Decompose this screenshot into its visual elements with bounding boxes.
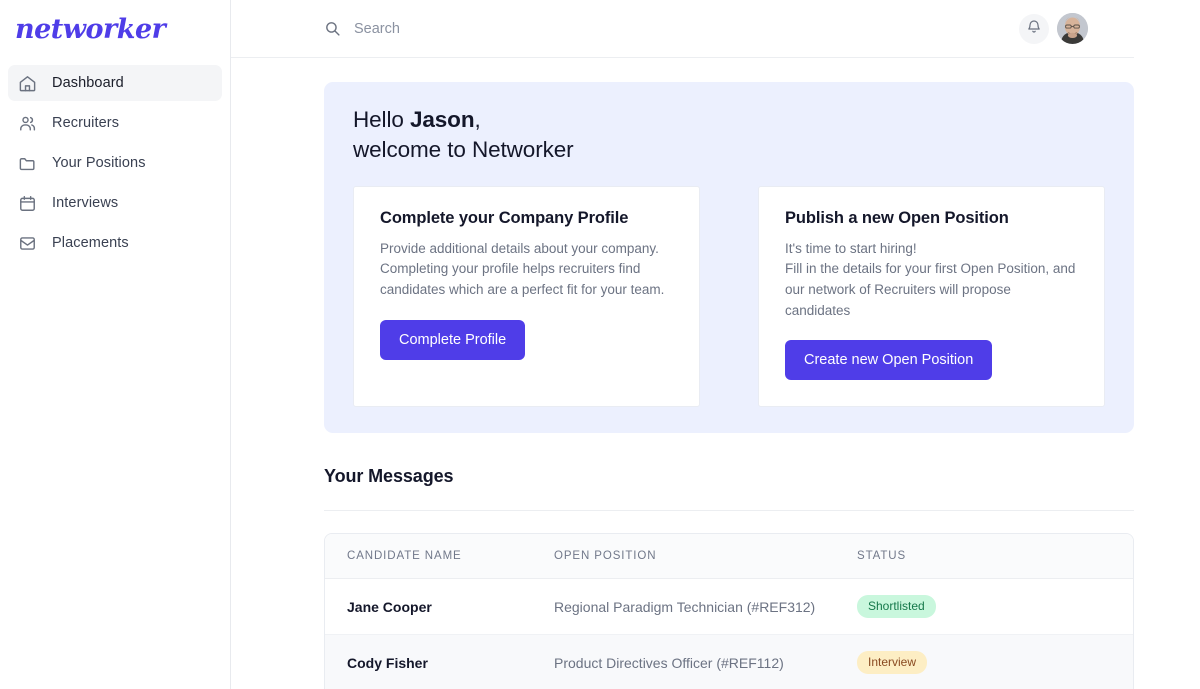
inbox-icon bbox=[16, 232, 38, 254]
cell-open-position: Regional Paradigm Technician (#REF312) bbox=[554, 578, 857, 636]
card-title: Complete your Company Profile bbox=[380, 208, 629, 227]
greeting-name: Jason bbox=[409, 107, 475, 132]
topbar bbox=[231, 0, 1134, 58]
main-content: Hello Jason, welcome to Networker Comple… bbox=[231, 0, 1200, 689]
welcome-banner: Hello Jason, welcome to Networker Comple… bbox=[324, 82, 1134, 434]
greeting-line-1: Hello Jason, bbox=[353, 105, 1105, 135]
users-icon bbox=[16, 112, 38, 134]
table-header-row: CANDIDATE NAME OPEN POSITION STATUS bbox=[325, 534, 1133, 580]
sidebar-item-dashboard[interactable]: Dashboard bbox=[8, 65, 222, 101]
search-input[interactable] bbox=[354, 20, 674, 37]
table-body: Jane Cooper Regional Paradigm Technician… bbox=[325, 578, 1133, 689]
complete-profile-button[interactable]: Complete Profile bbox=[380, 319, 526, 360]
sidebar: networker Dashboard Recruiters Your Posi… bbox=[0, 0, 231, 689]
search-icon bbox=[324, 20, 341, 37]
home-icon bbox=[16, 72, 38, 94]
topbar-actions bbox=[1019, 13, 1088, 44]
greeting-line-2: welcome to Networker bbox=[353, 136, 574, 162]
open-position-card: Publish a new Open Position It's time to… bbox=[758, 185, 1105, 408]
sidebar-item-label: Dashboard bbox=[52, 75, 124, 91]
cell-open-position: Product Directives Officer (#REF112) bbox=[554, 634, 857, 689]
greeting: Hello Jason, welcome to Networker bbox=[353, 105, 1105, 165]
card-title: Publish a new Open Position bbox=[785, 208, 1009, 227]
status-badge: Shortlisted bbox=[857, 595, 936, 619]
app-logo[interactable]: networker bbox=[0, 0, 230, 43]
table-row[interactable]: Cody Fisher Product Directives Officer (… bbox=[325, 634, 1133, 689]
sidebar-item-label: Interviews bbox=[52, 195, 119, 211]
sidebar-nav: Dashboard Recruiters Your Positions Inte… bbox=[0, 65, 230, 261]
folder-icon bbox=[16, 152, 38, 174]
sidebar-item-label: Your Positions bbox=[52, 155, 146, 171]
greeting-prefix: Hello bbox=[353, 107, 410, 132]
column-header-candidate-name: CANDIDATE NAME bbox=[325, 534, 554, 580]
content-area: Hello Jason, welcome to Networker Comple… bbox=[231, 58, 1200, 689]
status-badge: Interview bbox=[857, 651, 928, 675]
sidebar-item-label: Recruiters bbox=[52, 115, 120, 131]
search-bar[interactable] bbox=[324, 20, 1019, 37]
avatar[interactable] bbox=[1057, 13, 1088, 44]
banner-cards: Complete your Company Profile Provide ad… bbox=[353, 185, 1105, 408]
bell-icon bbox=[1026, 19, 1042, 38]
sidebar-item-label: Placements bbox=[52, 235, 129, 251]
card-body: It's time to start hiring! Fill in the d… bbox=[785, 240, 1076, 318]
sidebar-item-your-positions[interactable]: Your Positions bbox=[8, 145, 222, 181]
sidebar-item-recruiters[interactable]: Recruiters bbox=[8, 105, 222, 141]
company-profile-card: Complete your Company Profile Provide ad… bbox=[353, 185, 700, 408]
card-body: Provide additional details about your co… bbox=[380, 240, 665, 298]
column-header-open-position: OPEN POSITION bbox=[554, 534, 857, 580]
notifications-button[interactable] bbox=[1019, 13, 1049, 44]
calendar-icon bbox=[16, 192, 38, 214]
table-row[interactable]: Jane Cooper Regional Paradigm Technician… bbox=[325, 578, 1133, 636]
table-header: CANDIDATE NAME OPEN POSITION STATUS bbox=[325, 534, 1133, 580]
messages-table: CANDIDATE NAME OPEN POSITION STATUS Jane… bbox=[324, 533, 1134, 689]
app-root: networker Dashboard Recruiters Your Posi… bbox=[0, 0, 1200, 689]
cell-candidate-name: Jane Cooper bbox=[325, 578, 554, 636]
sidebar-item-placements[interactable]: Placements bbox=[8, 225, 222, 261]
messages-section-title: Your Messages bbox=[324, 466, 1134, 512]
cell-status: Shortlisted bbox=[857, 578, 1133, 636]
cell-status: Interview bbox=[857, 634, 1133, 689]
sidebar-item-interviews[interactable]: Interviews bbox=[8, 185, 222, 221]
column-header-status: STATUS bbox=[857, 534, 1133, 580]
create-open-position-button[interactable]: Create new Open Position bbox=[785, 340, 993, 381]
cell-candidate-name: Cody Fisher bbox=[325, 634, 554, 689]
greeting-suffix: , bbox=[474, 107, 481, 132]
